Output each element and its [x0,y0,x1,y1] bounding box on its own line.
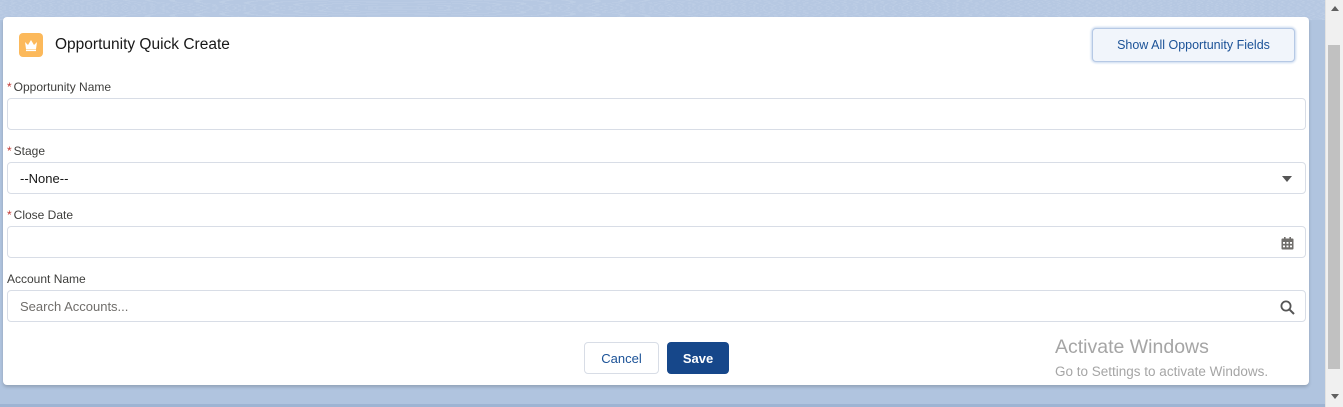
close-date-input[interactable] [7,226,1306,258]
modal-title: Opportunity Quick Create [55,36,230,53]
stage-label: * Stage [7,144,45,158]
required-marker: * [7,144,12,158]
chevron-down-icon [1279,171,1295,187]
cancel-button[interactable]: Cancel [584,342,659,374]
account-name-label: Account Name [7,272,86,286]
required-marker: * [7,208,12,222]
show-all-fields-button[interactable]: Show All Opportunity Fields [1092,28,1295,62]
search-icon[interactable] [1279,299,1295,315]
quick-create-modal: Opportunity Quick Create Show All Opport… [3,17,1309,385]
save-button[interactable]: Save [667,342,729,374]
opportunity-name-label: * Opportunity Name [7,80,111,94]
account-search-input[interactable]: Search Accounts... [7,290,1306,322]
stage-selected-value: --None-- [20,171,69,186]
stage-label-text: Stage [13,144,46,158]
close-date-label-text: Close Date [13,208,74,222]
vertical-scrollbar[interactable] [1325,0,1343,407]
account-search-placeholder: Search Accounts... [20,299,129,314]
scroll-up-icon[interactable] [1326,0,1343,17]
scroll-down-icon[interactable] [1326,388,1343,405]
close-date-label: * Close Date [7,208,73,222]
opportunity-name-label-text: Opportunity Name [13,80,112,94]
modal-footer: Cancel Save [3,341,1309,375]
required-marker: * [7,80,12,94]
modal-header: Opportunity Quick Create Show All Opport… [3,17,1309,73]
calendar-icon[interactable] [1279,235,1295,251]
stage-select[interactable]: --None-- [7,162,1306,194]
crown-icon [19,33,43,57]
opportunity-name-input[interactable] [7,98,1306,130]
scrollbar-thumb[interactable] [1328,45,1340,369]
